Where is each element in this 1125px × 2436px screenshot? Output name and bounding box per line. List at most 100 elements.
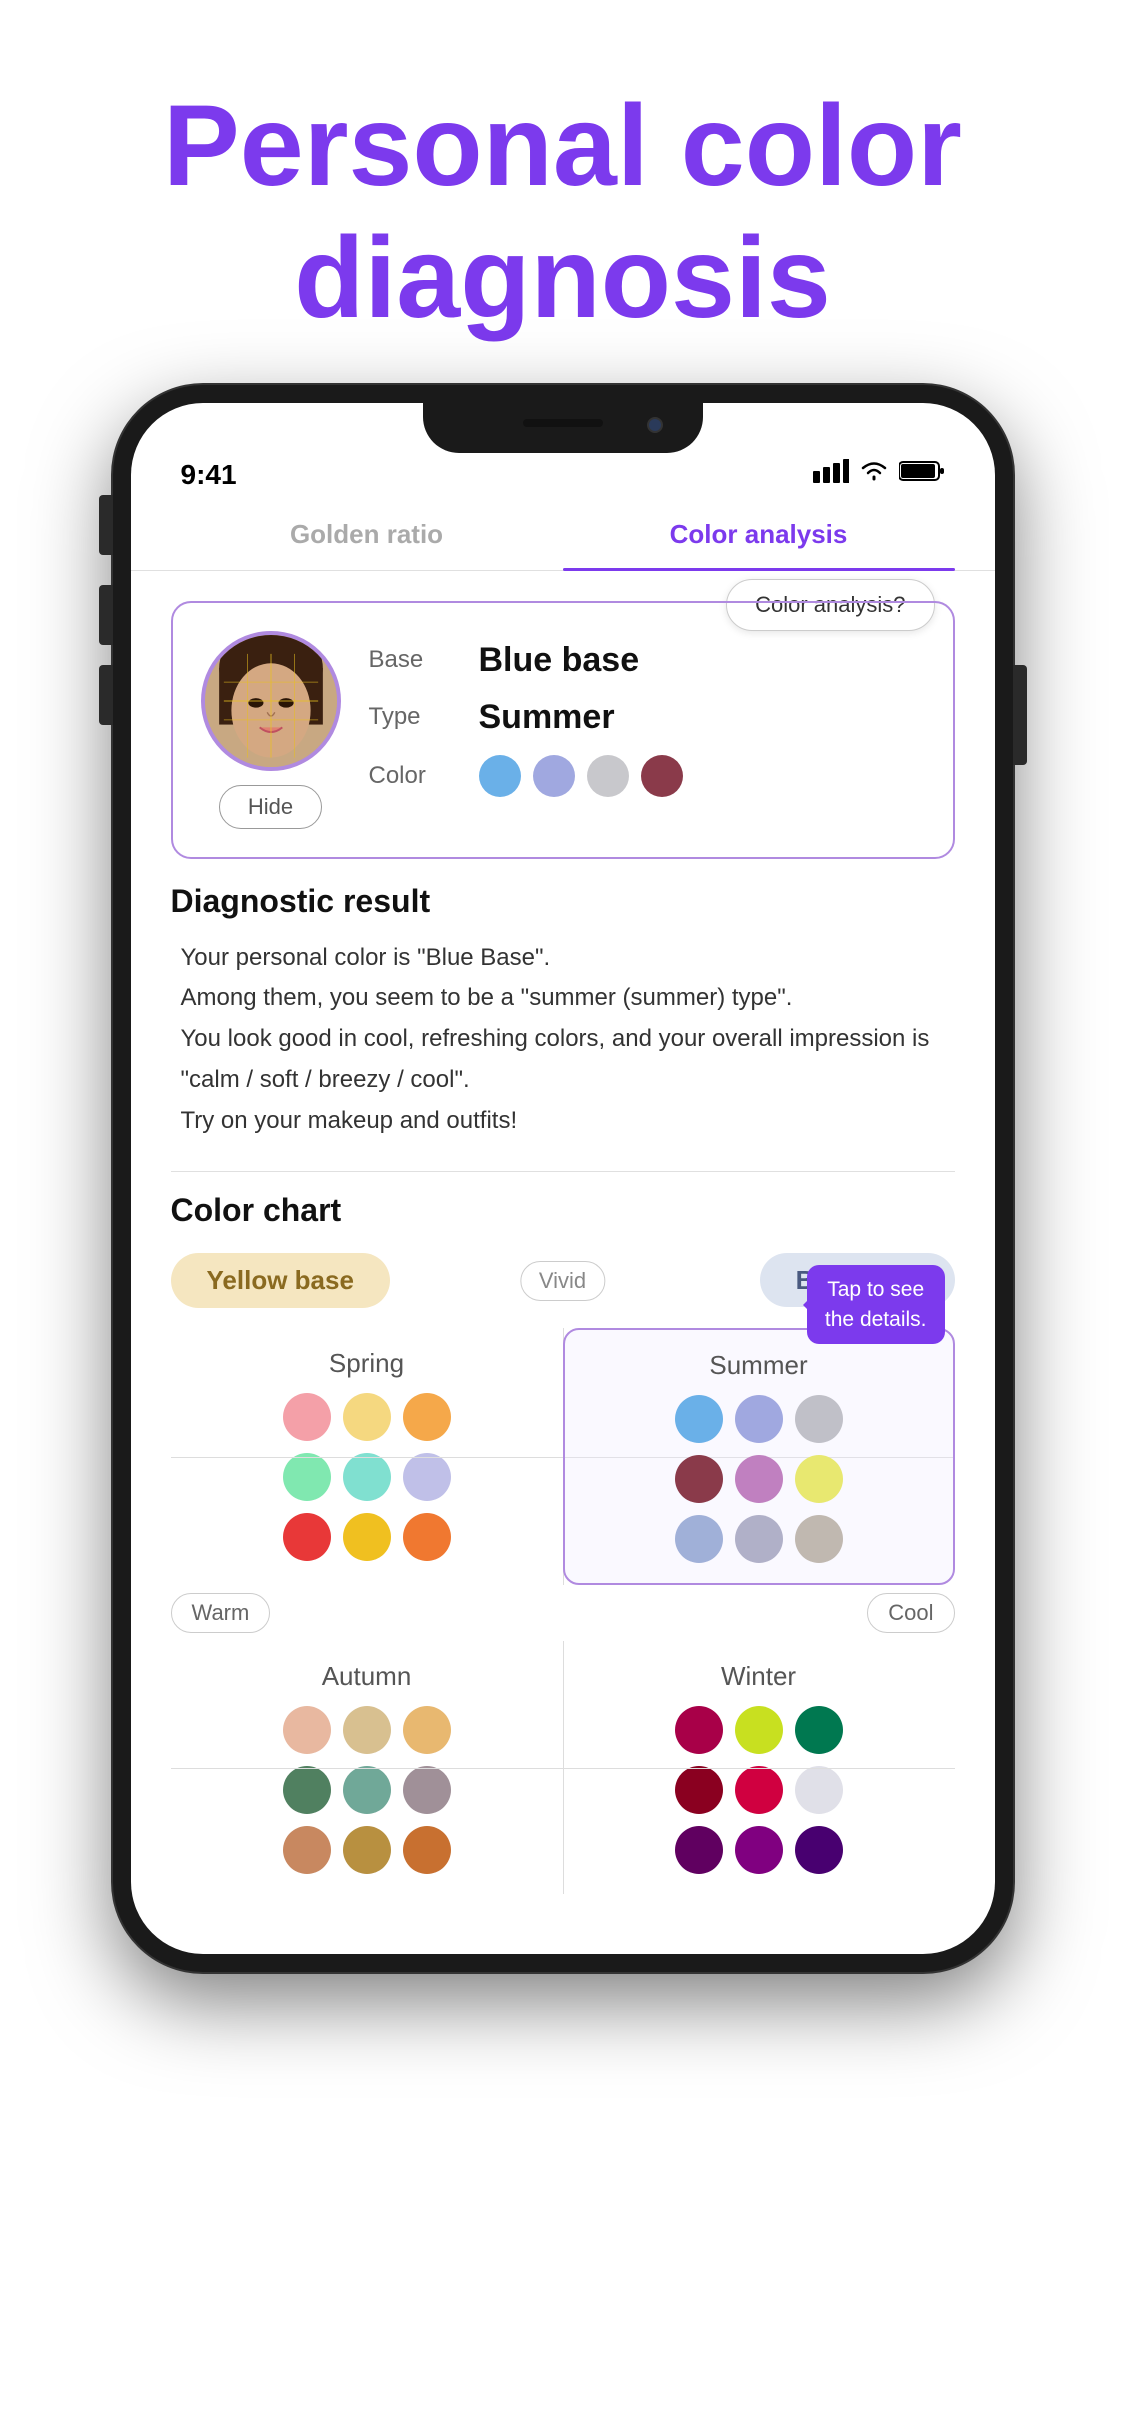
hero-word-diagnosis: diagnosis: [294, 214, 831, 342]
base-value: Blue base: [479, 641, 640, 680]
autumn-dot-9: [403, 1826, 451, 1874]
summer-dot-6: [795, 1455, 843, 1503]
spring-dot-8: [343, 1513, 391, 1561]
diagnostic-title: Diagnostic result: [171, 883, 955, 920]
hero-title: Personal color diagnosis: [103, 0, 1022, 385]
spring-name: Spring: [329, 1348, 404, 1379]
summer-dot-8: [735, 1515, 783, 1563]
spring-dots: [283, 1393, 451, 1561]
autumn-dot-5: [343, 1766, 391, 1814]
hide-button[interactable]: Hide: [219, 785, 322, 829]
spring-dot-3: [403, 1393, 451, 1441]
page-wrapper: Personal color diagnosis 9:41: [0, 0, 1125, 2436]
spring-dot-1: [283, 1393, 331, 1441]
hero-word-personal: Personal color: [163, 82, 962, 210]
base-row: Base Blue base: [369, 641, 925, 680]
summer-dots: [675, 1395, 843, 1563]
vivid-label: Vivid: [520, 1261, 605, 1301]
notch: [423, 403, 703, 453]
chart-title: Color chart: [171, 1192, 955, 1229]
autumn-dot-1: [283, 1706, 331, 1754]
winter-dot-5: [735, 1766, 783, 1814]
base-labels: Yellow base Vivid Blue base Tap to seeth…: [171, 1253, 955, 1308]
hero-title-text: Personal color diagnosis: [163, 80, 962, 345]
notch-camera: [647, 417, 663, 433]
tab-bar: Golden ratio Color analysis: [131, 499, 995, 571]
axis-labels: Warm Cool: [171, 1585, 955, 1641]
autumn-dot-7: [283, 1826, 331, 1874]
wifi-icon: [859, 459, 889, 490]
cool-label: Cool: [867, 1593, 954, 1633]
color-dot-1: [479, 755, 521, 797]
diagnostic-text: Your personal color is "Blue Base". Amon…: [171, 938, 955, 1142]
phone-frame: 9:41: [113, 385, 1013, 1973]
summer-dot-5: [735, 1455, 783, 1503]
spring-dot-2: [343, 1393, 391, 1441]
spring-dot-7: [283, 1513, 331, 1561]
profile-card: Hide Base Blue base Type Summer: [171, 601, 955, 859]
phone-screen: 9:41: [131, 403, 995, 1955]
avatar: [201, 631, 341, 771]
winter-dot-3: [795, 1706, 843, 1754]
color-dot-3: [587, 755, 629, 797]
autumn-dot-6: [403, 1766, 451, 1814]
type-row: Type Summer: [369, 698, 925, 737]
winter-dot-9: [795, 1826, 843, 1874]
yellow-base-label: Yellow base: [171, 1253, 390, 1308]
spring-block: Spring: [171, 1328, 563, 1585]
color-row: Color: [369, 755, 925, 797]
type-label: Type: [369, 703, 459, 731]
signal-icon: [813, 459, 849, 490]
status-icons: [813, 459, 945, 490]
tab-golden-ratio[interactable]: Golden ratio: [171, 499, 563, 570]
summer-dot-1: [675, 1395, 723, 1443]
bottom-seasons-grid: Autumn: [171, 1641, 955, 1894]
spring-dot-6: [403, 1453, 451, 1501]
notch-speaker: [523, 419, 603, 427]
color-label: Color: [369, 762, 459, 790]
winter-dot-6: [795, 1766, 843, 1814]
summer-dot-7: [675, 1515, 723, 1563]
base-label: Base: [369, 646, 459, 674]
winter-dot-4: [675, 1766, 723, 1814]
divider: [171, 1171, 955, 1172]
summer-block: Summer: [563, 1328, 955, 1585]
autumn-dot-3: [403, 1706, 451, 1754]
tab-color-analysis[interactable]: Color analysis: [563, 499, 955, 570]
spring-dot-5: [343, 1453, 391, 1501]
phone-container: 9:41: [113, 385, 1013, 1973]
seasons-grid: Spring: [171, 1328, 955, 1585]
autumn-dot-4: [283, 1766, 331, 1814]
summer-dot-9: [795, 1515, 843, 1563]
summer-dot-3: [795, 1395, 843, 1443]
type-value: Summer: [479, 698, 615, 737]
spring-dot-4: [283, 1453, 331, 1501]
summer-dot-4: [675, 1455, 723, 1503]
color-chart-section: Color chart Yellow base Vivid Blue base …: [171, 1192, 955, 1924]
summer-dot-2: [735, 1395, 783, 1443]
status-time: 9:41: [181, 459, 237, 491]
autumn-dots: [283, 1706, 451, 1874]
color-dots: [479, 755, 683, 797]
summer-name: Summer: [709, 1350, 807, 1381]
autumn-name: Autumn: [322, 1661, 412, 1692]
autumn-block: Autumn: [171, 1641, 563, 1894]
autumn-dot-2: [343, 1706, 391, 1754]
warm-label: Warm: [171, 1593, 271, 1633]
winter-dot-7: [675, 1826, 723, 1874]
winter-dot-1: [675, 1706, 723, 1754]
spring-dot-9: [403, 1513, 451, 1561]
profile-info: Base Blue base Type Summer Color: [369, 631, 925, 815]
color-dot-2: [533, 755, 575, 797]
winter-dot-8: [735, 1826, 783, 1874]
screen-content: Color analysis?: [131, 571, 995, 1955]
winter-name: Winter: [721, 1661, 796, 1692]
winter-dot-2: [735, 1706, 783, 1754]
winter-block: Winter: [563, 1641, 955, 1894]
tap-tooltip: Tap to seethe details.: [807, 1265, 945, 1344]
color-dot-4: [641, 755, 683, 797]
avatar-wrapper: Hide: [201, 631, 341, 829]
autumn-dot-8: [343, 1826, 391, 1874]
winter-dots: [675, 1706, 843, 1874]
battery-icon: [899, 459, 945, 490]
